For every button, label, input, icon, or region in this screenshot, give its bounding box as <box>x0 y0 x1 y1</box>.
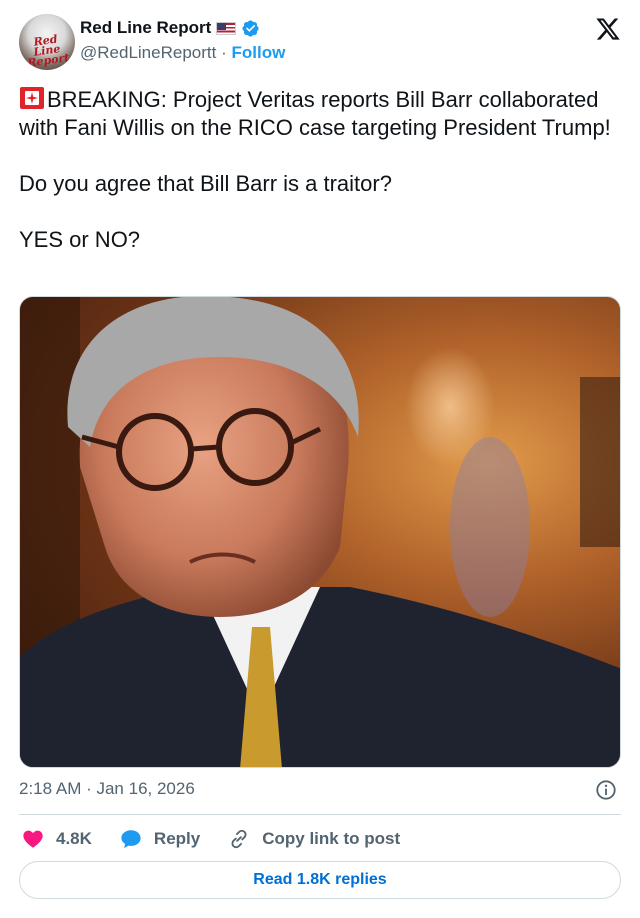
separator-dot: · <box>221 43 227 62</box>
tweet-photo[interactable] <box>19 296 621 768</box>
action-bar: 4.8K Reply Copy link to post <box>22 826 428 852</box>
author-handle[interactable]: @RedLineReportt <box>80 43 216 62</box>
follow-button[interactable]: Follow <box>231 43 285 62</box>
info-icon[interactable] <box>595 779 617 801</box>
copy-link-label: Copy link to post <box>262 829 401 848</box>
reply-bubble-icon <box>121 830 141 849</box>
tweet-line-poll: YES or NO? <box>19 227 141 252</box>
us-flag-icon <box>216 21 237 35</box>
link-icon <box>231 829 247 849</box>
tweet-header: Red Line Report Red Line Report @RedLine… <box>19 14 623 70</box>
author-name-row: Red Line Report <box>80 18 260 38</box>
tweet-line-breaking: BREAKING: Project Veritas reports Bill B… <box>19 87 611 140</box>
avatar-logo: Red Line Report <box>26 32 71 70</box>
reply-button[interactable]: Reply <box>120 828 200 850</box>
avatar[interactable]: Red Line Report <box>19 14 75 70</box>
copy-link-button[interactable]: Copy link to post <box>228 828 400 850</box>
like-button[interactable]: 4.8K <box>22 828 92 850</box>
tweet-timestamp[interactable]: 2:18 AM · Jan 16, 2026 <box>19 779 195 799</box>
like-count: 4.8K <box>56 829 92 848</box>
siren-emoji-icon <box>20 87 44 109</box>
x-logo-icon[interactable] <box>595 16 621 42</box>
read-replies-button[interactable]: Read 1.8K replies <box>19 861 621 899</box>
reply-label: Reply <box>153 829 201 848</box>
heart-icon <box>23 830 43 848</box>
tweet-line-question: Do you agree that Bill Barr is a traitor… <box>19 171 392 196</box>
portrait-illustration <box>20 297 620 767</box>
author-handle-row: @RedLineReportt · Follow <box>80 43 285 63</box>
tweet-text: BREAKING: Project Veritas reports Bill B… <box>19 86 623 254</box>
author-display-name[interactable]: Red Line Report <box>80 18 211 38</box>
verified-badge-icon <box>242 19 259 37</box>
divider <box>19 814 621 815</box>
